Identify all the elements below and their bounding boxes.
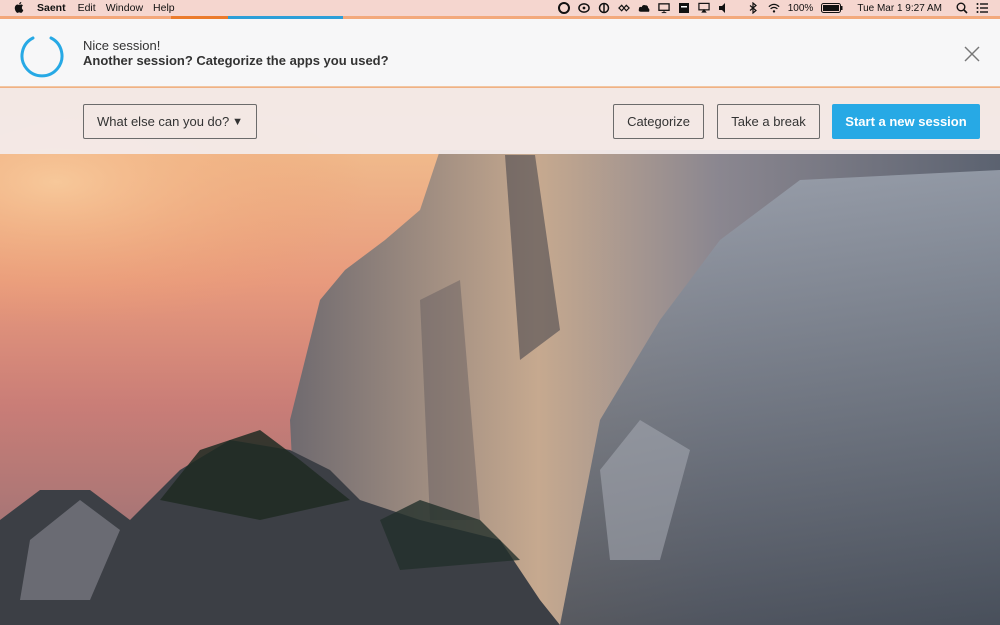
clock[interactable]: Tue Mar 1 9:27 AM bbox=[857, 3, 942, 14]
session-progress-stripes bbox=[0, 16, 343, 19]
battery-icon[interactable] bbox=[821, 2, 843, 14]
close-icon[interactable] bbox=[964, 46, 980, 62]
creative-cloud-icon[interactable] bbox=[577, 2, 590, 14]
dropdown-label: What else can you do? bbox=[97, 114, 230, 129]
dropdown-caret-icon: ▼ bbox=[232, 116, 243, 128]
apple-logo-icon[interactable] bbox=[13, 2, 27, 14]
action-bar: What else can you do? ▼ Categorize Take … bbox=[0, 88, 1000, 154]
airplay-icon[interactable] bbox=[698, 2, 710, 14]
wifi-icon[interactable] bbox=[768, 2, 780, 14]
keyboard-icon[interactable] bbox=[678, 2, 690, 14]
window-menu[interactable]: Window bbox=[106, 2, 153, 14]
take-a-break-button[interactable]: Take a break bbox=[717, 104, 820, 139]
battery-percent: 100% bbox=[787, 2, 814, 14]
stripe-segment bbox=[228, 16, 343, 19]
edit-menu[interactable]: Edit bbox=[78, 2, 106, 14]
saent-status-icon[interactable] bbox=[557, 2, 570, 14]
session-banner: Nice session! Another session? Categoriz… bbox=[0, 19, 1000, 87]
start-new-session-button[interactable]: Start a new session bbox=[832, 104, 980, 139]
banner-title: Nice session! bbox=[83, 38, 161, 53]
spotlight-search-icon[interactable] bbox=[956, 2, 968, 14]
categorize-button[interactable]: Categorize bbox=[613, 104, 704, 139]
stripe-segment bbox=[0, 16, 171, 19]
session-ring-icon bbox=[20, 36, 64, 78]
help-menu[interactable]: Help bbox=[153, 2, 185, 14]
volume-icon[interactable] bbox=[718, 2, 730, 14]
link-icon[interactable] bbox=[617, 2, 630, 14]
menu-bar: Saent Edit Window Help 100% Tue Mar 1 9:… bbox=[0, 0, 1000, 16]
bluetooth-icon[interactable] bbox=[748, 2, 760, 14]
banner-prompt: Another session? Categorize the apps you… bbox=[83, 53, 389, 68]
what-else-dropdown[interactable]: What else can you do? ▼ bbox=[83, 104, 257, 139]
cloud-icon[interactable] bbox=[638, 2, 650, 14]
sync-icon[interactable] bbox=[598, 2, 610, 14]
app-menu[interactable]: Saent bbox=[37, 2, 78, 14]
stripe-segment bbox=[171, 16, 228, 19]
monitor-icon[interactable] bbox=[658, 2, 670, 14]
notification-center-icon[interactable] bbox=[976, 2, 988, 14]
